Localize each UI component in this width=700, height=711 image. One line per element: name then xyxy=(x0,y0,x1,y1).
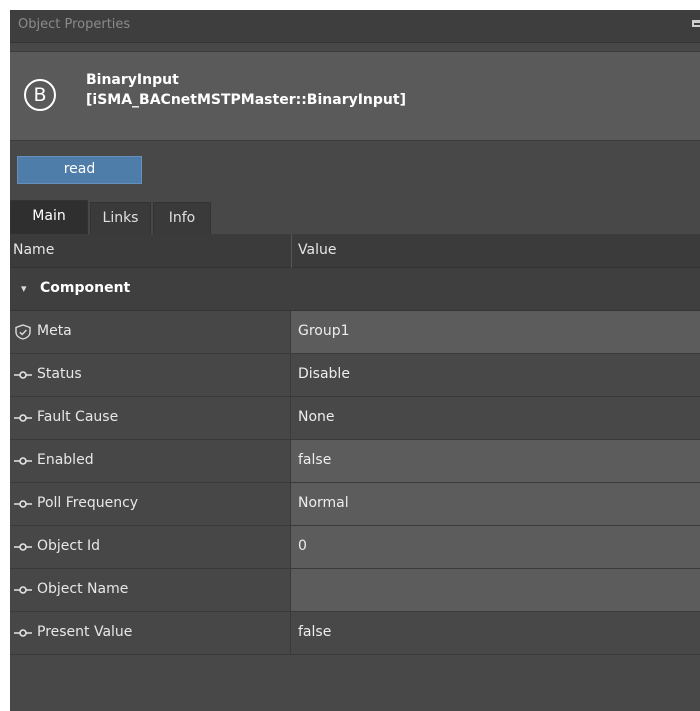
property-value: None xyxy=(298,409,335,425)
property-name-cell: Object Name xyxy=(10,569,291,611)
property-row[interactable]: Object Name xyxy=(10,569,700,612)
property-value: false xyxy=(298,624,332,640)
chevron-down-icon[interactable]: ▾ xyxy=(21,282,27,295)
slot-link-icon xyxy=(14,629,32,637)
slot-link-icon xyxy=(14,414,32,422)
property-name-cell: Poll Frequency xyxy=(10,483,291,525)
group-label: Component xyxy=(40,280,131,296)
panel-titlebar: Object Properties xyxy=(10,10,700,43)
tab-info[interactable]: Info xyxy=(153,202,211,234)
property-name-cell: Present Value xyxy=(10,612,291,654)
property-value[interactable]: Group1 xyxy=(298,323,350,339)
slot-link-icon xyxy=(14,500,32,508)
grid-header: Name Value xyxy=(10,234,700,268)
column-header-value[interactable]: Value xyxy=(298,242,336,258)
column-header-name[interactable]: Name xyxy=(13,242,54,258)
slot-link-icon xyxy=(14,586,32,594)
slot-link-icon xyxy=(14,457,32,465)
property-name: Enabled xyxy=(37,452,94,468)
tab-main[interactable]: Main xyxy=(10,200,88,234)
property-value-cell: None xyxy=(291,397,700,439)
empty-area xyxy=(10,668,700,711)
property-name: Poll Frequency xyxy=(37,495,139,511)
property-row[interactable]: Meta Group1 xyxy=(10,311,700,354)
tab-links[interactable]: Links xyxy=(90,202,151,234)
group-row-component[interactable]: ▾ Component xyxy=(10,268,700,311)
property-value-cell[interactable]: 0 xyxy=(291,526,700,568)
property-row[interactable]: Present Value false xyxy=(10,612,700,655)
property-name: Object Id xyxy=(37,538,101,554)
property-name-cell: Meta xyxy=(10,311,291,353)
property-name: Object Name xyxy=(37,581,129,597)
read-button[interactable]: read xyxy=(17,156,142,184)
property-row[interactable]: Enabled false xyxy=(10,440,700,483)
property-value-cell[interactable]: Group1 xyxy=(291,311,700,353)
property-name-cell: Enabled xyxy=(10,440,291,482)
panel-title: Object Properties xyxy=(18,17,131,32)
object-properties-panel: Object Properties B BinaryInput [iSMA_BA… xyxy=(10,10,700,711)
property-value[interactable]: false xyxy=(298,452,331,468)
property-value-cell[interactable]: Normal xyxy=(291,483,700,525)
property-name: Fault Cause xyxy=(37,409,119,425)
property-value: Disable xyxy=(298,366,350,382)
property-name-cell: Fault Cause xyxy=(10,397,291,439)
slot-link-icon xyxy=(14,371,32,379)
property-row[interactable]: Status Disable xyxy=(10,354,700,397)
object-header: B BinaryInput [iSMA_BACnetMSTPMaster::Bi… xyxy=(10,51,700,141)
property-name: Meta xyxy=(37,323,72,339)
property-name-cell: Object Id xyxy=(10,526,291,568)
property-tabs: Main Links Info xyxy=(10,200,700,234)
property-row[interactable]: Object Id 0 xyxy=(10,526,700,569)
binary-b-circle-icon: B xyxy=(24,79,56,111)
property-name-cell: Status xyxy=(10,354,291,396)
dock-icon[interactable] xyxy=(692,20,700,27)
property-value[interactable]: Normal xyxy=(298,495,349,511)
slot-link-icon xyxy=(14,543,32,551)
property-row[interactable]: Fault Cause None xyxy=(10,397,700,440)
property-name: Present Value xyxy=(37,624,133,640)
property-value[interactable]: 0 xyxy=(298,538,307,554)
property-value-cell: Disable xyxy=(291,354,700,396)
object-type: [iSMA_BACnetMSTPMaster::BinaryInput] xyxy=(86,92,406,108)
column-divider[interactable] xyxy=(291,234,292,268)
property-name: Status xyxy=(37,366,82,382)
object-name: BinaryInput xyxy=(86,72,179,88)
property-value-cell[interactable] xyxy=(291,569,700,611)
property-row[interactable]: Poll Frequency Normal xyxy=(10,483,700,526)
shield-check-icon xyxy=(15,324,31,340)
property-value-cell: false xyxy=(291,612,700,654)
property-value-cell[interactable]: false xyxy=(291,440,700,482)
